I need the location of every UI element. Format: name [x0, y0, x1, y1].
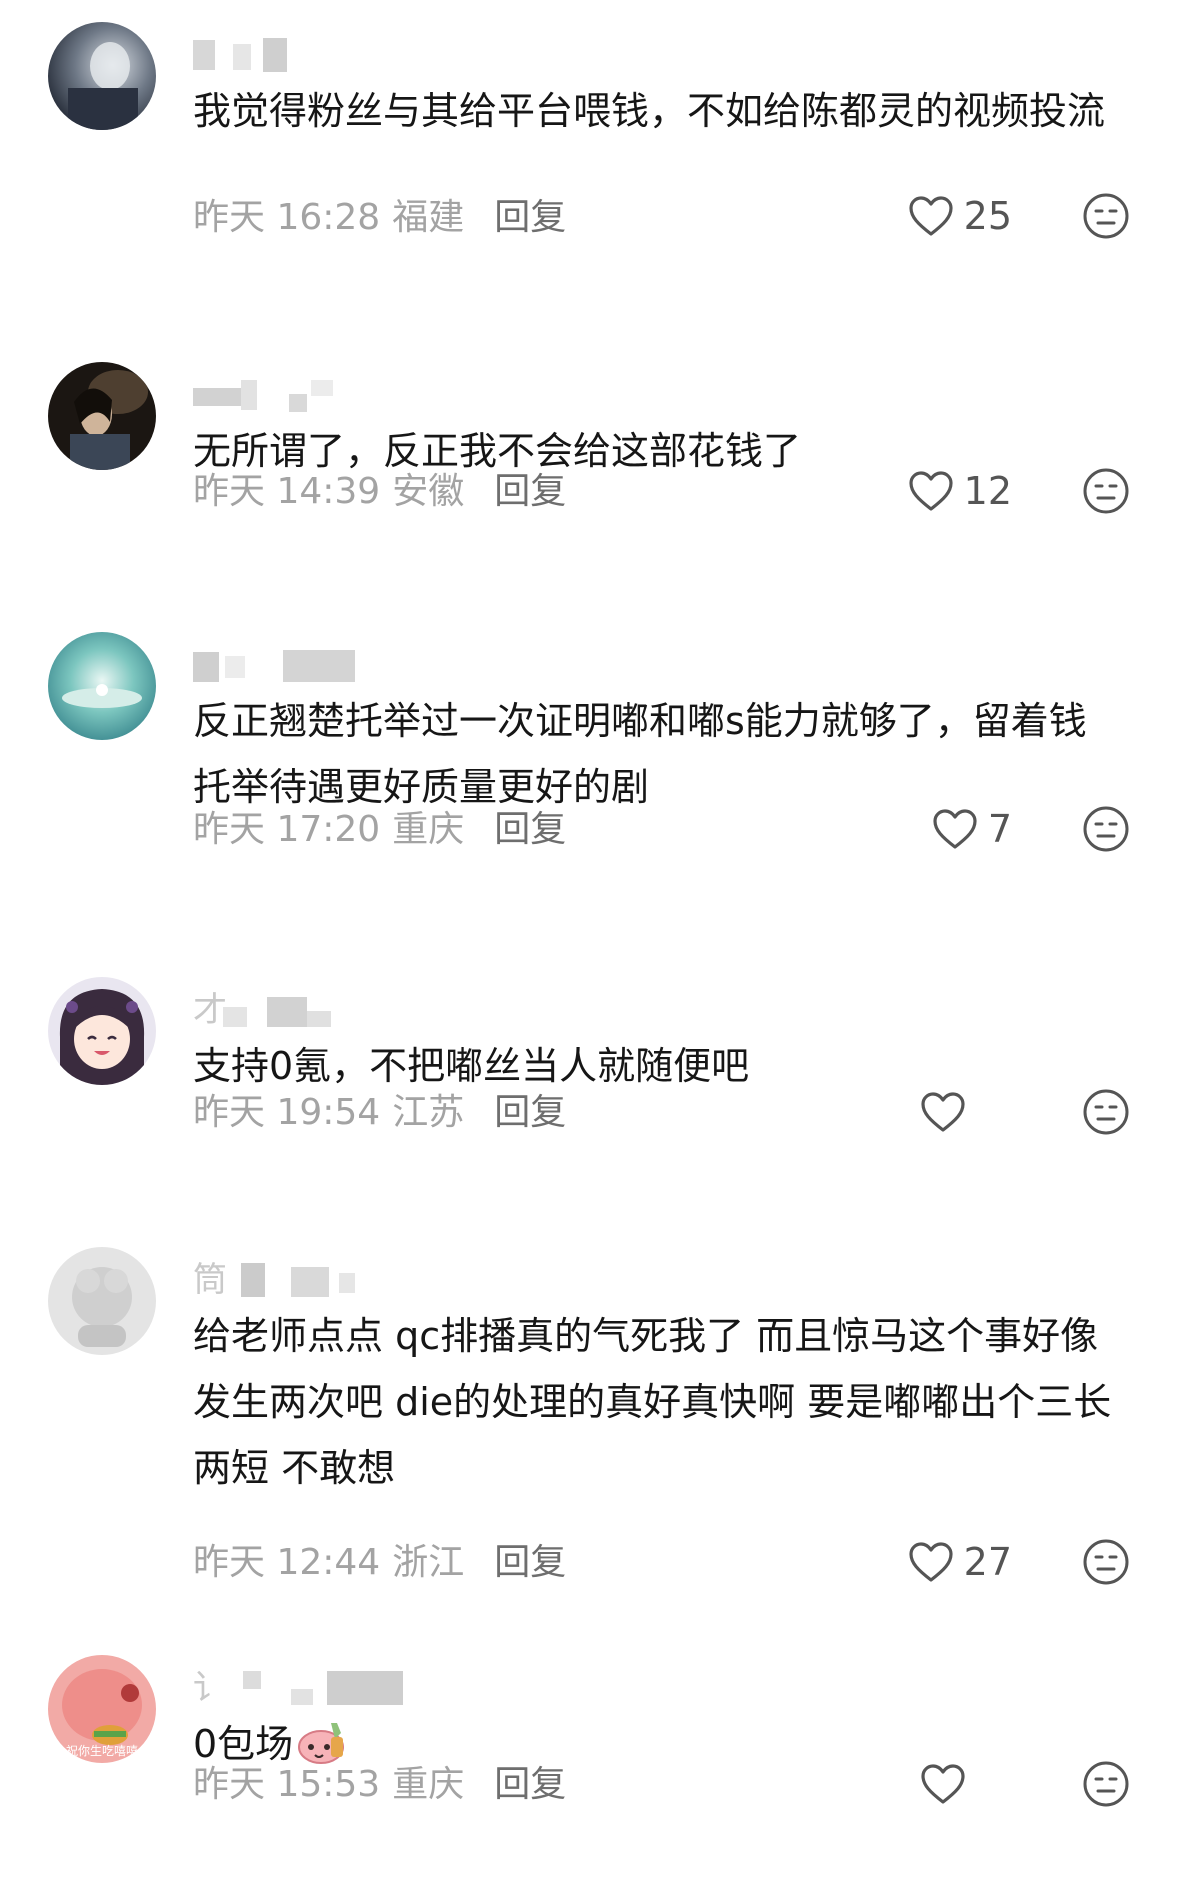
heart-outline-icon	[909, 1542, 953, 1582]
comment-meta: 昨天 16:28 福建 回复	[193, 196, 566, 240]
comment-meta: 昨天 15:53 重庆 回复	[193, 1763, 566, 1807]
comment-meta: 昨天 17:20 重庆 回复	[193, 808, 566, 852]
reply-button[interactable]: 回复	[494, 1764, 566, 1805]
username-blurred[interactable]: 才	[193, 993, 493, 1027]
avatar[interactable]	[48, 632, 156, 740]
comment-location: 安徽	[392, 471, 465, 512]
comment-text: 支持0氪，不把嘟丝当人就随便吧	[193, 1044, 750, 1088]
dislike-button[interactable]	[1081, 1537, 1131, 1587]
comment-location: 重庆	[392, 1764, 465, 1805]
comment-text-body: 0包场	[193, 1722, 294, 1766]
reply-button[interactable]: 回复	[494, 809, 566, 850]
comment-item: 我觉得粉丝与其给平台喂钱，不如给陈都灵的视频投流 昨天 16:28 福建 回复 25	[0, 0, 1179, 270]
comment-meta: 昨天 19:54 江苏 回复	[193, 1091, 566, 1135]
like-button[interactable]: 12	[908, 466, 1012, 516]
avatar[interactable]	[48, 1247, 156, 1355]
username-blurred[interactable]	[193, 378, 493, 412]
comment-meta: 昨天 12:44 浙江 回复	[193, 1541, 566, 1585]
comment-location: 江苏	[392, 1092, 465, 1133]
username-visible-char: 才	[193, 990, 227, 1030]
comment-meta: 昨天 14:39 安徽 回复	[193, 470, 566, 514]
avatar[interactable]: 祝你生吃嘻嘻	[48, 1655, 156, 1763]
username-blurred[interactable]	[193, 648, 493, 682]
like-button[interactable]: 25	[908, 191, 1012, 241]
avatar[interactable]	[48, 362, 156, 470]
comment-text: 反正翘楚托举过一次证明嘟和嘟s能力就够了，留着钱托举待遇更好质量更好的剧	[193, 699, 1087, 809]
comment-time: 昨天 17:20	[193, 809, 381, 850]
dislike-button[interactable]	[1081, 804, 1131, 854]
heart-outline-icon	[921, 1764, 965, 1804]
comment-item: 才 支持0氪，不把嘟丝当人就随便吧 昨天 19:54 江苏 回复	[0, 955, 1179, 1185]
meh-face-icon	[1083, 193, 1129, 239]
like-button[interactable]: 27	[908, 1537, 1012, 1587]
heart-outline-icon	[909, 471, 953, 511]
reply-button[interactable]: 回复	[494, 471, 566, 512]
dislike-button[interactable]	[1081, 191, 1131, 241]
avatar-caption: 祝你生吃嘻嘻	[66, 1744, 138, 1758]
comment-time: 昨天 14:39	[193, 471, 381, 512]
reply-button[interactable]: 回复	[494, 1542, 566, 1583]
comment-text: 给老师点点 qc排播真的气死我了 而且惊马这个事好像发生两次吧 die的处理的真…	[193, 1314, 1112, 1490]
meh-face-icon	[1083, 806, 1129, 852]
like-button[interactable]	[920, 1087, 966, 1137]
username-visible-char: 筒	[193, 1260, 227, 1300]
reply-button[interactable]: 回复	[494, 1092, 566, 1133]
comment-item: 祝你生吃嘻嘻 讠 0包场 昨天 15:53 重庆 回复	[0, 1633, 1179, 1883]
heart-outline-icon	[909, 196, 953, 236]
meh-face-icon	[1083, 1761, 1129, 1807]
like-count: 25	[963, 194, 1012, 238]
comment-time: 昨天 19:54	[193, 1092, 381, 1133]
comment-text: 我觉得粉丝与其给平台喂钱，不如给陈都灵的视频投流	[193, 89, 1106, 133]
like-count: 7	[987, 807, 1012, 851]
comment-list: 我觉得粉丝与其给平台喂钱，不如给陈都灵的视频投流 昨天 16:28 福建 回复 25	[0, 0, 1179, 1899]
meh-face-icon	[1083, 1539, 1129, 1585]
dislike-button[interactable]	[1081, 1759, 1131, 1809]
username-visible-char: 讠	[193, 1668, 227, 1708]
reply-button[interactable]: 回复	[494, 197, 566, 238]
comment-location: 重庆	[392, 809, 465, 850]
meh-face-icon	[1083, 468, 1129, 514]
like-button[interactable]	[920, 1759, 966, 1809]
comment-time: 昨天 15:53	[193, 1764, 381, 1805]
username-blurred[interactable]	[193, 38, 493, 72]
like-count: 27	[963, 1540, 1012, 1584]
username-blurred[interactable]: 筒	[193, 1263, 493, 1297]
username-blurred[interactable]: 讠	[193, 1671, 493, 1705]
avatar[interactable]	[48, 22, 156, 130]
like-count: 12	[963, 469, 1012, 513]
dislike-button[interactable]	[1081, 1087, 1131, 1137]
comment-item: 筒 给老师点点 qc排播真的气死我了 而且惊马这个事好像发生两次吧 die的处理…	[0, 1225, 1179, 1595]
comment-item: 无所谓了，反正我不会给这部花钱了 昨天 14:39 安徽 回复 12	[0, 340, 1179, 560]
comment-time: 昨天 16:28	[193, 197, 381, 238]
dislike-button[interactable]	[1081, 466, 1131, 516]
heart-outline-icon	[933, 809, 977, 849]
comment-location: 福建	[392, 197, 465, 238]
comment-item: 反正翘楚托举过一次证明嘟和嘟s能力就够了，留着钱托举待遇更好质量更好的剧 昨天 …	[0, 610, 1179, 900]
meh-face-icon	[1083, 1089, 1129, 1135]
comment-location: 浙江	[392, 1542, 465, 1583]
like-button[interactable]: 7	[932, 804, 1012, 854]
comment-time: 昨天 12:44	[193, 1542, 381, 1583]
heart-outline-icon	[921, 1092, 965, 1132]
avatar[interactable]	[48, 977, 156, 1085]
